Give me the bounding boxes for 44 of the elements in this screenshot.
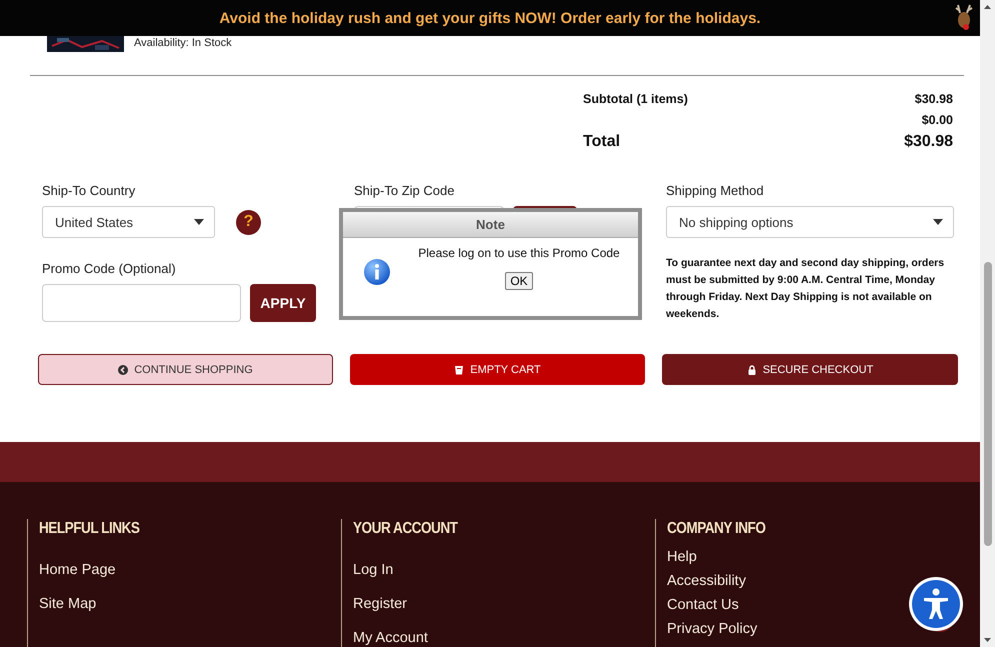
total-label: Subtotal (1 items) — [583, 91, 688, 108]
footer-link[interactable]: Register — [353, 587, 655, 621]
dialog-message: Please log on to use this Promo Code — [418, 246, 620, 260]
info-icon — [363, 258, 391, 286]
footer-link[interactable]: My Account — [353, 621, 655, 647]
footer-link[interactable]: Privacy Policy — [667, 617, 969, 641]
footer-link[interactable]: Contact Us — [667, 593, 969, 617]
accessibility-icon[interactable] — [907, 577, 965, 635]
field-label: Ship-To Zip Code — [354, 182, 456, 200]
footer-heading: HELPFUL LINKS — [39, 519, 140, 539]
ok-button[interactable]: OK — [505, 272, 533, 290]
footer-heading: COMPANY INFO — [667, 519, 766, 539]
field-label: Shipping Method — [666, 182, 765, 200]
total-value: $30.98 — [904, 132, 953, 152]
scrollbar-thumb[interactable] — [984, 262, 992, 546]
total-value: $0.00 — [922, 112, 953, 129]
shipping-select[interactable]: No shipping options — [666, 206, 954, 238]
dialog-title: Note — [343, 212, 638, 238]
help-icon[interactable]: ? — [236, 210, 261, 234]
footer-heading: YOUR ACCOUNT — [353, 519, 459, 539]
field-label: Ship-To Country — [42, 182, 136, 200]
field-label: Promo Code (Optional) — [42, 260, 177, 278]
apply-button[interactable]: APPLY — [250, 284, 316, 322]
footer-link[interactable]: Help — [667, 545, 969, 569]
lock-icon — [746, 364, 757, 374]
trash-icon — [454, 364, 464, 374]
promo-code-field[interactable] — [42, 284, 241, 322]
availability-text: Availability: In Stock — [134, 37, 232, 49]
caret-icon — [933, 219, 943, 225]
empty-cart-button[interactable]: EMPTY CART — [350, 354, 645, 385]
footer-link[interactable]: Home Page — [39, 553, 341, 587]
total-label: Total — [583, 132, 620, 152]
back-icon — [118, 364, 128, 374]
caret-icon — [194, 219, 204, 225]
banner-text: Avoid the holiday rush and get your gifts NOW! Order early for the holidays. — [219, 10, 761, 26]
scrollbar[interactable] — [980, 0, 995, 647]
footer-link[interactable]: Site Map — [39, 587, 341, 621]
footer-link[interactable]: Accessibility — [667, 569, 969, 593]
shipping-note: To guarantee next day and second day shipping, orders must be submitted by 9:00 A.M. Central Time, Monday through Friday. Next Day Shipping is not available on weekends. — [666, 256, 946, 322]
total-value: $30.98 — [914, 91, 953, 108]
checkout-button[interactable]: SECURE CHECKOUT — [662, 354, 958, 385]
footer-link[interactable]: Log In — [353, 553, 655, 587]
continue-shopping-button[interactable]: CONTINUE SHOPPING — [38, 354, 333, 385]
country-select[interactable]: United States — [42, 206, 215, 238]
